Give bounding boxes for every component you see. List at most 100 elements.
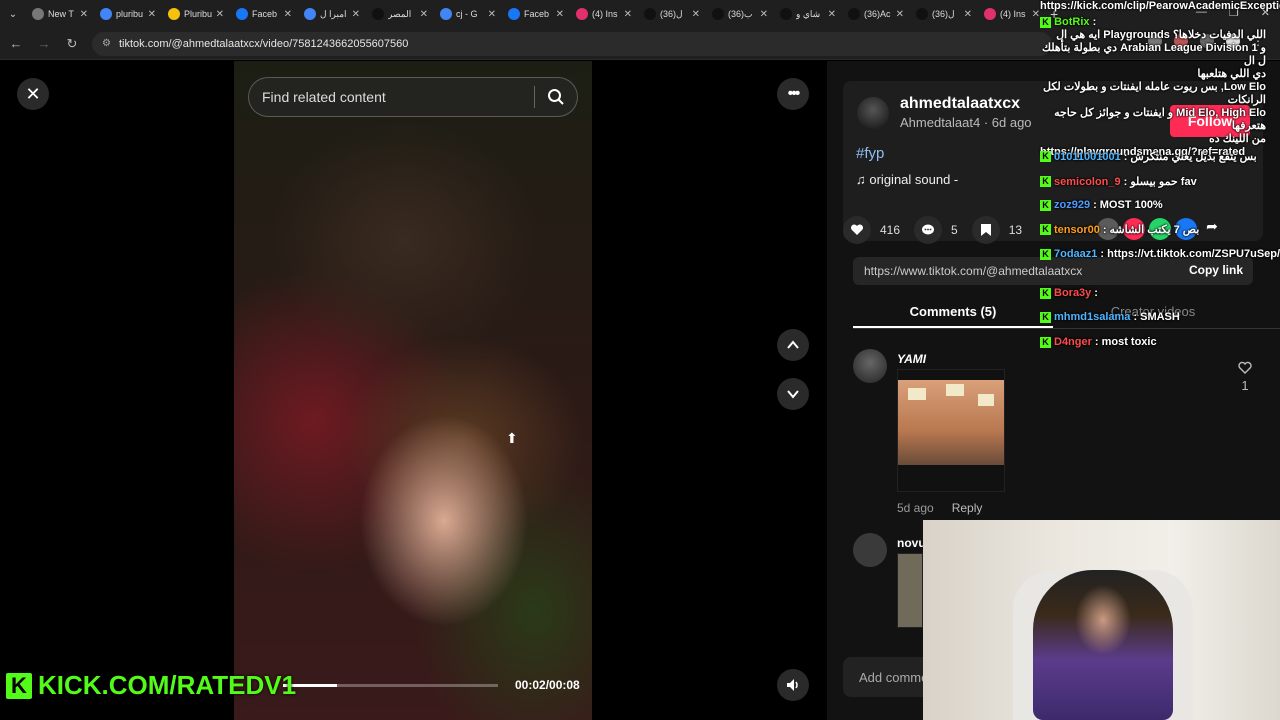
chat-message: K Bora3y: [1040, 287, 1101, 299]
tab-label: Faceb [524, 9, 550, 19]
comment-sticker-image[interactable] [897, 369, 1005, 492]
tab-label: cj - G [456, 9, 478, 19]
tab-label: Pluribu [184, 9, 212, 19]
comment-item: YAMI 5d ago Reply 1 [853, 349, 1273, 519]
author-avatar[interactable] [857, 97, 889, 129]
kick-badge-icon: K [1040, 17, 1051, 28]
browser-tab[interactable]: (36)ب ✕ [706, 0, 774, 28]
address-bar[interactable]: ⚙ tiktok.com/@ahmedtalaatxcx/video/75812… [92, 31, 1052, 56]
tab-label: pluribu [116, 9, 144, 19]
bot-line: K BotRix : [1040, 16, 1266, 29]
forward-icon[interactable]: → [32, 36, 56, 51]
chat-text: بص 7 يكتب الشاشه [1109, 224, 1200, 236]
save-action[interactable]: 13 [971, 216, 1022, 244]
google-icon [100, 8, 112, 20]
tab-close-icon[interactable]: ✕ [1032, 9, 1040, 20]
browser-tab[interactable]: Faceb ✕ [230, 0, 298, 28]
commenter-name[interactable]: YAMI [897, 352, 926, 366]
browser-tab[interactable]: (36)Ac ✕ [842, 0, 910, 28]
next-video-button[interactable] [777, 378, 809, 410]
browser-tab[interactable]: Faceb ✕ [502, 0, 570, 28]
more-options-button[interactable]: ••• [777, 78, 809, 110]
chevron-down-icon [787, 390, 799, 399]
streamer [1033, 570, 1173, 720]
chat-username: tensor00 [1054, 223, 1100, 236]
related-search-bar [248, 77, 578, 117]
previous-video-button[interactable] [777, 329, 809, 361]
chat-text: MOST 100% [1099, 199, 1163, 211]
commenter-avatar[interactable] [853, 349, 887, 383]
tab-close-icon[interactable]: ✕ [692, 9, 700, 20]
tab-close-icon[interactable]: ✕ [760, 9, 768, 20]
chat-username: Bora3y [1054, 287, 1092, 299]
mouse-cursor-icon: ⬆ [506, 430, 518, 446]
tab-close-icon[interactable]: ✕ [828, 9, 836, 20]
hashtag-link[interactable]: #fyp [856, 145, 884, 162]
comment-action[interactable]: 5 [914, 216, 958, 244]
search-icon[interactable] [535, 88, 577, 106]
tab-close-icon[interactable]: ✕ [80, 9, 88, 20]
chat-username: D4nger [1054, 336, 1092, 348]
bot-message: Low Elo, بس ريوت عامله ايفنتات و بطولات … [1043, 81, 1266, 106]
volume-button[interactable] [777, 669, 809, 701]
bookmark-icon [971, 216, 1000, 244]
tab-comments[interactable]: Comments (5) [853, 297, 1053, 328]
author-nickname: Ahmedtalaat4 · 6d ago [900, 115, 1032, 130]
like-action[interactable]: 416 [843, 216, 900, 244]
tab-close-icon[interactable]: ✕ [896, 9, 904, 20]
browser-tab[interactable]: امبرا ل ✕ [298, 0, 366, 28]
browser-tab[interactable]: (36)ل ✕ [910, 0, 978, 28]
commenter-avatar[interactable] [853, 533, 887, 567]
close-video-button[interactable]: ✕ [17, 78, 49, 110]
tab-close-icon[interactable]: ✕ [556, 9, 564, 20]
bot-message: دي اللي هتلعبها [1197, 68, 1266, 80]
instagram-icon [576, 8, 588, 20]
chat-message: Ktensor00: بص 7 يكتب الشاشه [1040, 223, 1199, 236]
sound-info[interactable]: ♫ original sound - [856, 172, 958, 187]
browser-tab[interactable]: (36)ل ✕ [638, 0, 706, 28]
browser-tab[interactable]: (4) Ins ✕ [570, 0, 638, 28]
browser-tab[interactable]: New T ✕ [26, 0, 94, 28]
kick-badge-icon: K [1040, 248, 1051, 260]
browser-tab[interactable]: Pluribu ✕ [162, 0, 230, 28]
tab-search-icon[interactable]: ⌄ [0, 0, 26, 28]
kick-watermark: K KICK.COM/RATEDV1 [6, 670, 296, 701]
comment-like[interactable]: 1 [1235, 361, 1255, 393]
browser-tab[interactable]: cj - G ✕ [434, 0, 502, 28]
chat-text: most toxic [1101, 336, 1157, 348]
facebook-icon [508, 8, 520, 20]
chat-pinned-block: https://kick.com/clip/PearowAcademicExce… [1040, 0, 1280, 159]
browser-tab[interactable]: pluribu ✕ [94, 0, 162, 28]
comment-sticker-image[interactable] [897, 553, 923, 628]
tab-close-icon[interactable]: ✕ [148, 9, 156, 20]
url-text: tiktok.com/@ahmedtalaatxcx/video/7581243… [118, 37, 409, 50]
tab-close-icon[interactable]: ✕ [488, 9, 496, 20]
commenter-name[interactable]: novu [897, 536, 926, 550]
video-player[interactable] [234, 61, 592, 720]
author-username[interactable]: ahmedtalaatxcx [900, 95, 1020, 113]
browser-tab[interactable]: (4) Ins ✕ [978, 0, 1046, 28]
tiktok-icon [916, 8, 928, 20]
video-progress-bar[interactable] [283, 684, 498, 687]
chat-separator: : [1123, 175, 1128, 188]
tab-close-icon[interactable]: ✕ [964, 9, 972, 20]
chat-username: mhmd1salama [1054, 311, 1131, 323]
back-icon[interactable]: ← [4, 36, 28, 51]
tab-label: (36)Ac [864, 9, 891, 19]
comment-time: 5d ago [897, 501, 934, 515]
site-info-icon[interactable]: ⚙ [102, 38, 111, 49]
comment-meta: 5d ago Reply [897, 501, 982, 515]
browser-tab[interactable]: شاي و ✕ [774, 0, 842, 28]
reply-button[interactable]: Reply [952, 501, 983, 515]
tab-close-icon[interactable]: ✕ [216, 9, 224, 20]
tab-close-icon[interactable]: ✕ [352, 9, 360, 20]
reload-icon[interactable]: ↻ [60, 36, 84, 52]
tab-close-icon[interactable]: ✕ [624, 9, 632, 20]
stream-chat-overlay: https://kick.com/clip/PearowAcademicExce… [1040, 0, 1280, 350]
chat-text: SMASH [1140, 311, 1180, 323]
tab-close-icon[interactable]: ✕ [284, 9, 292, 20]
browser-tab[interactable]: المصر ✕ [366, 0, 434, 28]
related-search-input[interactable] [262, 89, 534, 105]
tab-label: (36)ب [728, 8, 753, 19]
tab-close-icon[interactable]: ✕ [420, 9, 428, 20]
